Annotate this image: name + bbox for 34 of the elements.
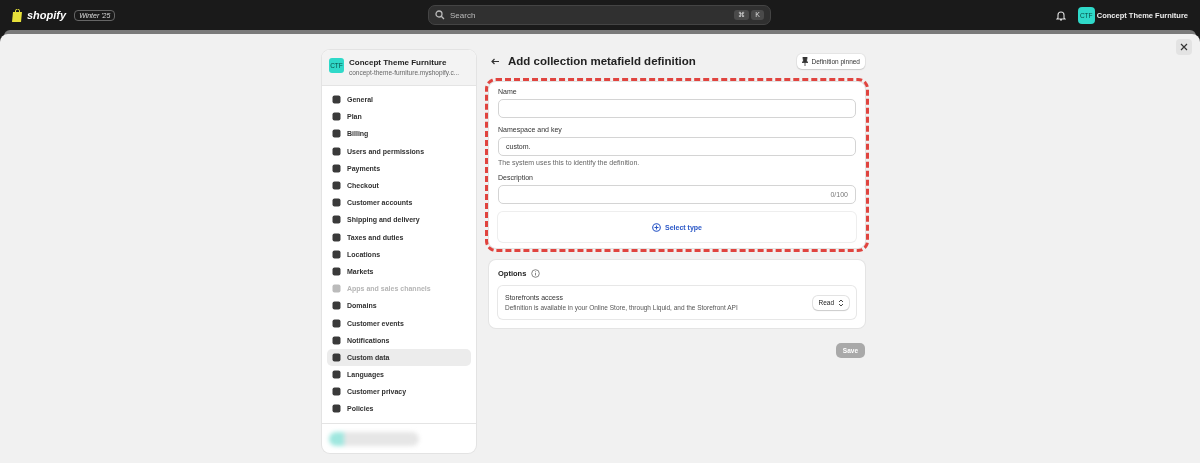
pin-icon (801, 56, 808, 66)
square-icon (332, 387, 341, 397)
plus-circle-icon (652, 222, 661, 232)
close-button[interactable] (1176, 39, 1192, 55)
left-arrow-icon (491, 57, 500, 65)
square-icon (332, 266, 341, 276)
square-icon (332, 370, 341, 380)
square-icon (332, 112, 341, 122)
logo-text[interactable]: shopify (27, 9, 67, 21)
page-title: Add collection metafield definition (508, 55, 697, 67)
text-field[interactable] (498, 99, 856, 118)
square-icon (332, 232, 341, 242)
square-icon (332, 301, 341, 311)
square-icon (332, 146, 341, 156)
store-name: Concept Theme Furniture (349, 58, 448, 67)
square-icon (332, 181, 341, 191)
info-icon[interactable] (531, 269, 541, 278)
square-icon (332, 284, 341, 294)
square-icon (332, 249, 341, 259)
search-placeholder: Search (450, 10, 477, 20)
square-icon (332, 215, 341, 225)
square-icon (332, 335, 341, 345)
square-icon (332, 95, 341, 105)
square-icon (332, 352, 341, 362)
square-icon (332, 318, 341, 328)
chevron-up-down-icon (838, 298, 844, 307)
square-icon (332, 198, 341, 208)
square-icon (332, 163, 341, 173)
square-icon (332, 404, 341, 414)
square-icon (332, 129, 341, 139)
search-icon (435, 10, 445, 20)
bell-icon[interactable] (1055, 9, 1066, 21)
shopping-bag-icon (12, 8, 23, 22)
close-icon (1180, 43, 1188, 51)
